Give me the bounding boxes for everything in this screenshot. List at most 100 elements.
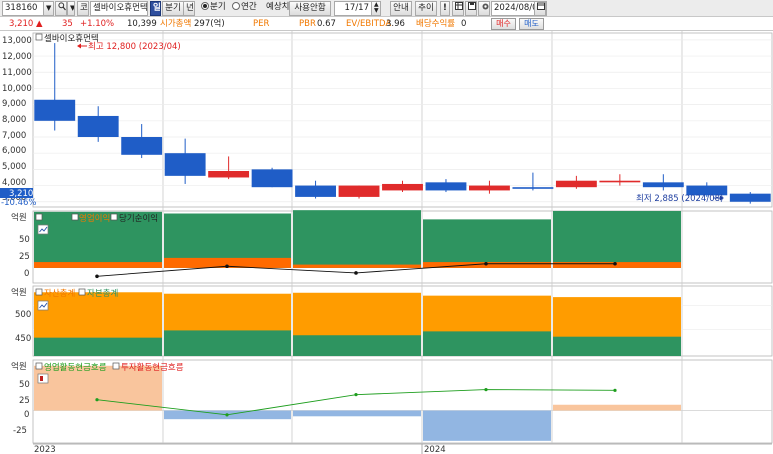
legend-net-income: 당기순이익 [119,213,158,224]
price-change: 35 [62,19,73,29]
legend-equity: 자본총계 [87,288,118,299]
estimate-select[interactable]: 사용안함 [289,1,331,16]
calendar-icon[interactable] [534,1,546,16]
x-label-2023: 2023 [34,445,56,454]
y-tick: 13,000 [2,36,32,46]
price-change-pct: +1.10% [80,19,115,29]
radio-quarter[interactable]: 분기 [199,1,233,16]
legend-box [78,288,86,296]
legend-operating-cf: 영업활동현금흐름 [44,362,107,373]
y-tick: 50 [19,380,30,390]
candle-body [642,182,684,188]
candle-body [208,171,250,178]
operating-cf-point [354,393,358,397]
period-type-button[interactable]: 분기 [162,1,184,16]
marketcap-label: 시가총액 [160,19,192,29]
y-tick: 9,000 [2,99,26,109]
equity-bar [553,336,681,356]
revenue-bar [293,210,421,268]
legend-investing-cf: 투자활동현금흐름 [121,362,184,373]
y-tick: 8,000 [2,115,26,125]
legend-revenue: 매출액 [44,213,67,224]
operating-cf-point [484,387,488,392]
toolbar: 318160 ▼ ▼ 코 셀바이오휴먼텍 일 분기 년 분기 연간 예상치 사용… [0,0,773,17]
revenue-bar [423,219,551,268]
current-change-label: -10.46% [1,198,36,208]
y-tick: 50 [19,235,30,245]
stock-name-field[interactable]: 셀바이오휴먼텍 [90,1,148,16]
ev-value: 3.96 [386,19,405,29]
magnifier-icon[interactable] [55,1,67,16]
radio-off-icon [232,2,240,10]
y-tick: 0 [24,269,29,279]
net-income-point [225,264,229,269]
save-icon[interactable] [465,1,477,16]
investing-cf-bar [553,404,681,411]
y-tick: 12,000 [2,52,32,62]
buy-button[interactable]: 매수 [491,18,516,30]
y-tick: 25 [19,396,30,406]
legend-assets: 자산총계 [44,288,75,299]
estimate-label: 예상치 [266,2,290,12]
guide-button[interactable]: 안내 [390,1,412,16]
daily-badge[interactable]: 일 [150,1,161,16]
legend-box [112,362,120,370]
candle-body [164,153,206,176]
legend-box [35,362,43,370]
pbr-value: 0.67 [317,19,336,29]
x-label-2024: 2024 [424,445,446,454]
candle-body [469,185,510,191]
candle-body [729,193,771,202]
market-tag[interactable]: 코 [77,1,89,16]
legend-box [35,288,43,296]
grid-icon[interactable] [452,1,464,16]
code-dropdown-icon[interactable]: ▼ [43,1,54,16]
y-tick: 500 [15,310,31,320]
market-dropdown-icon[interactable]: ▼ [67,1,75,16]
count-field[interactable]: 17/17 [334,1,372,16]
operating-cf-point [225,413,229,417]
y-tick: 4,000 [2,178,26,188]
candle-body [251,169,293,188]
candle-body [512,187,554,189]
operating-cf-point [95,398,99,402]
equity-bar [293,335,421,356]
gear-icon[interactable] [478,1,490,16]
equity-bar [34,337,162,356]
net-income-point [95,274,99,279]
candle-body [599,180,641,183]
y-tick: -25 [13,426,27,436]
year-button[interactable]: 년 [183,1,195,16]
y-tick: 6,000 [2,146,26,156]
candle-body [338,185,380,197]
sell-button[interactable]: 매도 [519,18,544,30]
alert-button[interactable]: ! [440,1,450,16]
radio-annual[interactable]: 연간 [230,1,264,16]
spin-icon[interactable]: ▲ ▼ [371,1,381,16]
current-price: 3,210 ▲ [9,19,43,29]
revenue-bar [553,211,681,268]
y-tick: 10,000 [2,84,32,94]
y-tick: 25 [19,252,30,262]
operating-cf-point [613,388,617,392]
dividend-value: 0 [461,19,467,29]
y-tick: 5,000 [2,162,26,172]
stock-code-input[interactable]: 318160 [2,1,44,16]
op-profit-bar [553,262,681,268]
legend-box [110,213,118,221]
ev-label: EV/EBITDA [346,19,392,29]
legend-box [35,33,43,41]
candle-body [555,180,597,188]
y-tick: 450 [15,334,31,344]
investing-cf-bar [293,410,421,417]
quote-bar: 3,210 ▲ 35 +1.10% 10,399 시가총액 297(억) PER… [0,17,773,31]
legend-op-profit: 영업이익 [79,213,110,224]
legend-box [71,213,79,221]
investing-cf-bar [423,410,551,441]
marketcap-value: 297(억) [194,19,225,29]
candle-body [77,115,119,137]
candle-body [382,183,423,191]
candle-body [425,182,467,191]
candle-body [121,137,163,155]
trend-button[interactable]: 추이 [415,1,437,16]
